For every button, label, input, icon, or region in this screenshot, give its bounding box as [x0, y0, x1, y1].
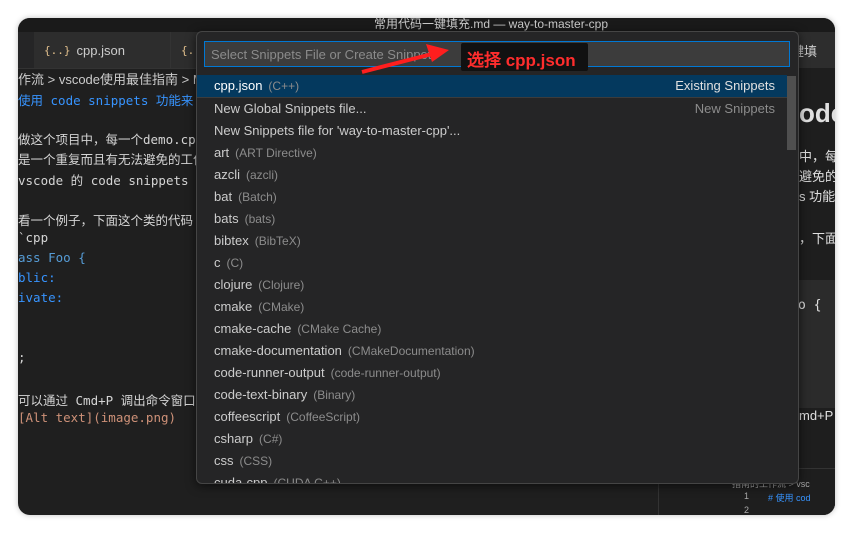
annotation-arrow-icon [361, 44, 449, 74]
